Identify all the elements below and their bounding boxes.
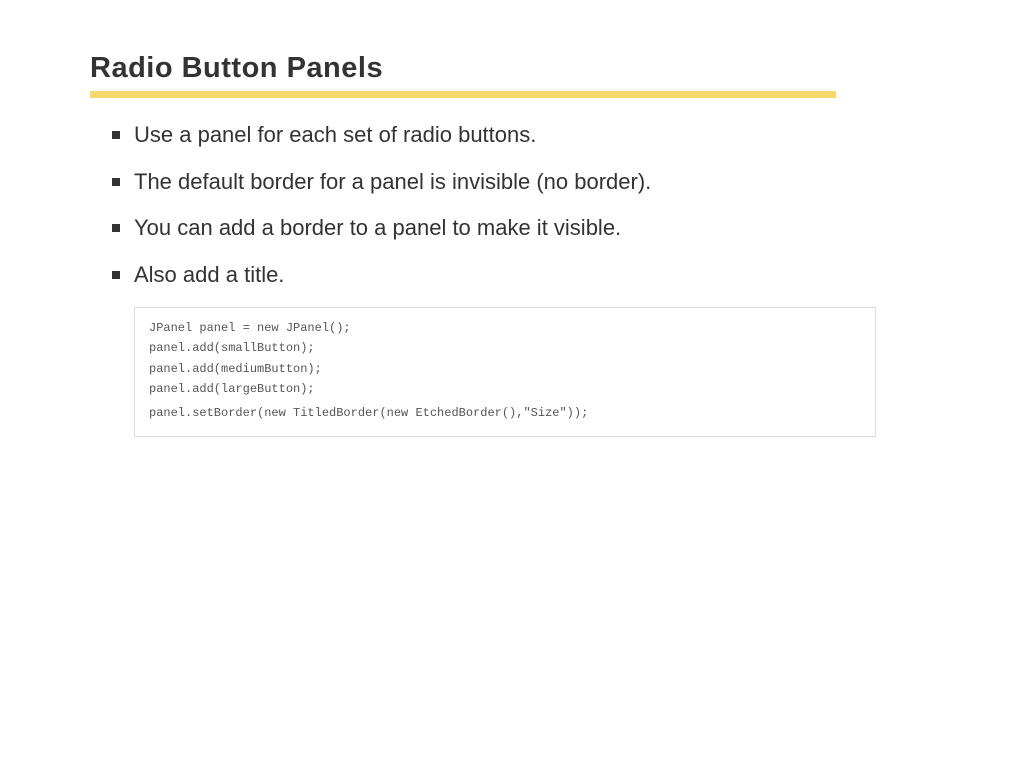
code-block: JPanel panel = new JPanel(); panel.add(s… [134, 307, 876, 437]
bullet-list: Use a panel for each set of radio button… [90, 120, 1024, 290]
code-line: panel.add(mediumButton); [149, 359, 861, 379]
code-line: JPanel panel = new JPanel(); [149, 318, 861, 338]
slide-title: Radio Button Panels [90, 52, 1024, 85]
bullet-item: The default border for a panel is invisi… [112, 167, 1024, 197]
bullet-item: Also add a title. [112, 260, 1024, 290]
title-underline [90, 91, 836, 98]
bullet-item: You can add a border to a panel to make … [112, 213, 1024, 243]
code-line: panel.add(smallButton); [149, 338, 861, 358]
code-line: panel.add(largeButton); [149, 379, 861, 399]
code-line: panel.setBorder(new TitledBorder(new Etc… [149, 403, 861, 423]
bullet-item: Use a panel for each set of radio button… [112, 120, 1024, 150]
